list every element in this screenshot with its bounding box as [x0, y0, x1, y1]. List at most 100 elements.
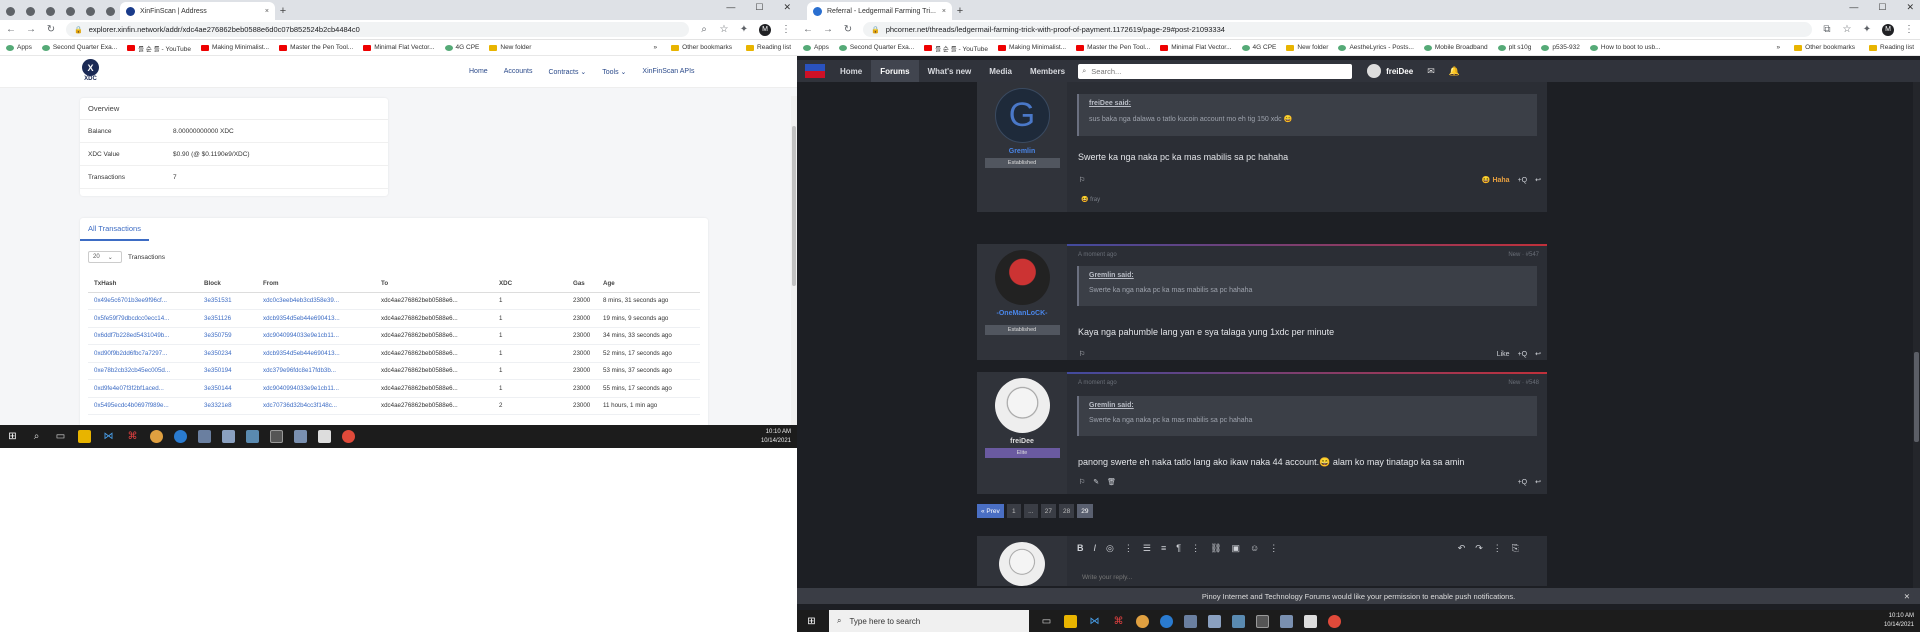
app-icon[interactable] [1208, 614, 1221, 628]
block-link[interactable]: 3e350144 [204, 385, 263, 392]
pagination-page[interactable]: 28 [1059, 504, 1075, 518]
edge-icon[interactable] [174, 430, 187, 443]
inbox-icon[interactable]: ✉ [1427, 66, 1435, 77]
scrollbar-thumb[interactable] [1914, 352, 1919, 442]
back-arrow-icon[interactable]: ← [803, 24, 813, 35]
scrollbar-thumb[interactable] [792, 126, 796, 286]
bookmark-item[interactable]: Master the Pen Tool... [1076, 44, 1150, 51]
chrome-icon[interactable] [1328, 614, 1341, 628]
nav-media[interactable]: Media [980, 60, 1021, 82]
avatar[interactable]: G [994, 88, 1050, 143]
pinned-tab[interactable] [100, 2, 120, 20]
tab-phcorner[interactable]: Referral - Ledgermail Farming Tri... × [807, 2, 952, 20]
bookmark-item[interactable]: New folder [1286, 44, 1328, 51]
user-menu[interactable]: freiDee [1367, 64, 1413, 78]
post-number[interactable]: New · #548 [1508, 380, 1539, 386]
close-window-button[interactable]: ✕ [783, 2, 791, 13]
bookmark-apps[interactable]: Apps [6, 44, 32, 51]
bookmark-item[interactable]: Making Minimalist... [201, 44, 269, 51]
xdc-logo[interactable]: X XDC [82, 59, 99, 82]
app-icon[interactable] [1232, 614, 1245, 628]
extensions-icon[interactable]: ✦ [1862, 24, 1872, 35]
pinned-tab[interactable] [80, 2, 100, 20]
quote-author[interactable]: Gremlin said: [1089, 402, 1527, 409]
minimize-button[interactable]: — [726, 2, 735, 13]
extensions-icon[interactable]: ✦ [739, 24, 749, 35]
bell-icon[interactable]: 🔔 [1449, 66, 1460, 77]
bookmark-item[interactable]: 4G CPE [444, 44, 479, 51]
format-icon[interactable]: ◎ [1106, 543, 1114, 554]
delete-icon[interactable]: 🗑 [1107, 478, 1116, 486]
app-icon[interactable] [270, 430, 283, 443]
app-icon[interactable] [198, 430, 211, 443]
nav-contracts[interactable]: Contracts ⌄ [548, 68, 586, 76]
install-icon[interactable]: ⧉ [1822, 24, 1832, 35]
tx-hash-link[interactable]: 0xd9fe4e07f3f2bf1aced... [88, 385, 204, 392]
block-link[interactable]: 3e351531 [204, 297, 263, 304]
back-arrow-icon[interactable]: ← [6, 24, 16, 35]
author-name[interactable]: Gremlin [1009, 148, 1035, 155]
block-link[interactable]: 3e350234 [204, 350, 263, 357]
emoji-icon[interactable]: ☺ [1250, 543, 1259, 554]
report-icon[interactable]: ⚐ [1079, 478, 1085, 486]
forward-arrow-icon[interactable]: → [823, 24, 833, 35]
profile-avatar[interactable]: M [759, 23, 771, 36]
italic-icon[interactable]: I [1094, 543, 1097, 554]
reply-button[interactable]: ↩ [1535, 350, 1541, 358]
image-icon[interactable]: ▣ [1232, 543, 1241, 554]
page-size-select[interactable]: 20 ⌄ [88, 251, 122, 263]
nav-home[interactable]: Home [831, 60, 871, 82]
reload-icon[interactable]: ↻ [843, 24, 853, 35]
reply-button[interactable]: ↩ [1535, 176, 1541, 184]
avatar[interactable] [994, 378, 1050, 433]
undo-icon[interactable]: ↶ [1458, 543, 1466, 554]
more-dots-icon[interactable]: ⋮ [1191, 543, 1200, 554]
bookmark-item[interactable]: 를 순 를 - YouTube [127, 43, 191, 53]
app-icon[interactable]: ⌘ [1112, 615, 1125, 628]
taskbar-clock[interactable]: 10:10 AM 10/14/2021 [1884, 612, 1914, 630]
other-bookmarks[interactable]: Other bookmarks [1794, 44, 1855, 51]
from-address-link[interactable]: xdc379e96fdc8e17fdb3b... [263, 367, 381, 374]
from-address-link[interactable]: xdc0c3eeb4eb3cd358e39... [263, 297, 381, 304]
app-icon[interactable] [246, 430, 259, 443]
profile-avatar[interactable]: M [1882, 23, 1894, 36]
pinned-tab[interactable] [20, 2, 40, 20]
bold-icon[interactable]: B [1077, 543, 1084, 554]
page-scrollbar[interactable] [1913, 82, 1920, 588]
preview-icon[interactable]: ⎘ [1512, 543, 1519, 554]
menu-dots-icon[interactable]: ⋮ [781, 24, 791, 35]
close-tab-icon[interactable]: × [265, 8, 269, 15]
task-view-icon[interactable]: ▭ [54, 430, 67, 443]
multiquote-button[interactable]: +Q [1518, 351, 1528, 358]
app-icon[interactable]: ⌘ [126, 430, 139, 443]
file-explorer-icon[interactable] [78, 430, 91, 443]
app-icon[interactable] [1184, 614, 1197, 628]
from-address-link[interactable]: xdc70736d32b4cc3f148c... [263, 402, 381, 409]
search-icon[interactable]: ⌕ [30, 430, 43, 443]
more-bookmarks-chevron-icon[interactable]: » [654, 44, 658, 51]
chrome-icon[interactable] [342, 430, 355, 443]
multiquote-button[interactable]: +Q [1518, 479, 1528, 486]
bookmark-item[interactable]: Making Minimalist... [998, 44, 1066, 51]
all-transactions-tab[interactable]: All Transactions [80, 218, 149, 241]
tx-hash-link[interactable]: 0x5495ecdc4b0697f989e... [88, 402, 204, 409]
pagination-current[interactable]: 29 [1077, 504, 1093, 518]
new-tab-button[interactable]: + [952, 2, 968, 20]
post-time[interactable]: A moment ago [1078, 252, 1117, 258]
url-field[interactable]: 🔒 explorer.xinfin.network/addr/xdc4ae276… [66, 22, 689, 37]
tx-hash-link[interactable]: 0x6ddf7b228ed5431049b... [88, 332, 204, 339]
bookmark-apps[interactable]: Apps [803, 44, 829, 51]
like-button[interactable]: Like [1497, 351, 1510, 358]
bookmark-item[interactable]: Master the Pen Tool... [279, 44, 353, 51]
taskbar-clock[interactable]: 10:10 AM 10/14/2021 [761, 428, 791, 446]
reply-input[interactable]: Write your reply... [1082, 574, 1132, 581]
from-address-link[interactable]: xdcb9354d5eb44e690413... [263, 315, 381, 322]
file-explorer-icon[interactable] [1064, 614, 1077, 628]
close-tab-icon[interactable]: × [942, 8, 946, 15]
pagination-prev[interactable]: « Prev [977, 504, 1004, 518]
bookmark-item[interactable]: Minimal Flat Vector... [363, 44, 435, 51]
url-field[interactable]: 🔒 phcorner.net/threads/ledgermail-farmin… [863, 22, 1812, 37]
report-icon[interactable]: ⚐ [1079, 176, 1085, 184]
windows-start-icon[interactable]: ⊞ [6, 430, 19, 443]
tab-xinfinscan[interactable]: XinFinScan | Address × [120, 2, 275, 20]
